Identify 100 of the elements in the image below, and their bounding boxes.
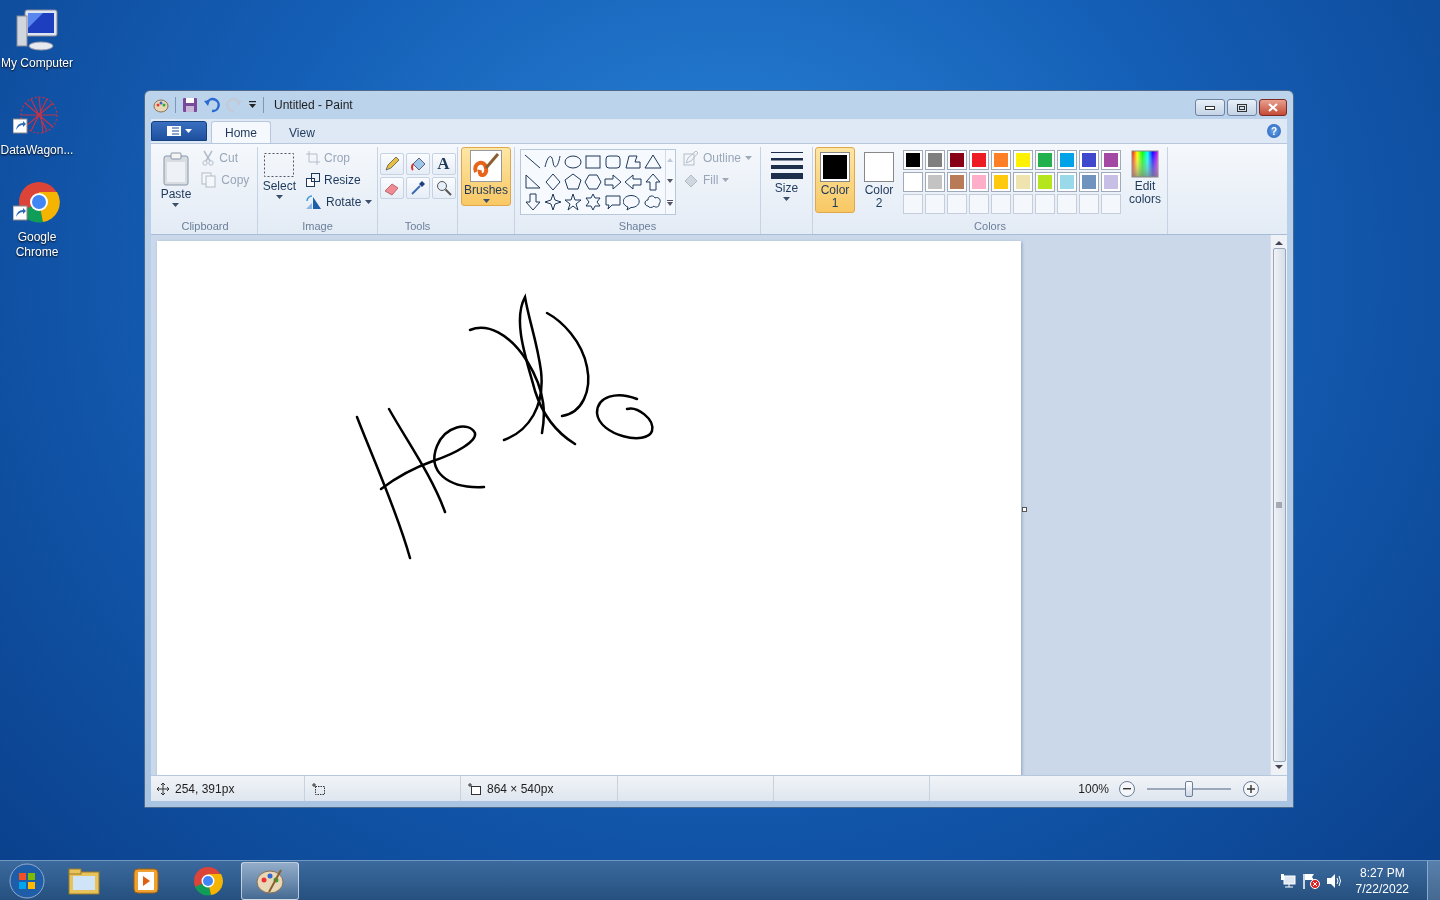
desktop-icon-label[interactable]: DataWagon... [0, 143, 74, 158]
shape-button[interactable] [623, 152, 643, 172]
color-select-button[interactable]: Color 1 [815, 147, 855, 213]
empty-swatch[interactable] [925, 194, 945, 214]
speaker-icon[interactable] [1325, 872, 1342, 889]
zoom-in-button[interactable] [1243, 780, 1259, 797]
maximize-button[interactable] [1227, 99, 1257, 116]
shape-button[interactable] [543, 172, 563, 192]
ribbon-tab[interactable]: Home [211, 121, 271, 143]
scroll-down-arrow-icon[interactable] [1275, 764, 1283, 770]
scroll-down-icon[interactable] [667, 179, 674, 183]
empty-swatch[interactable] [1013, 194, 1033, 214]
color-select-button[interactable]: Color 2 [859, 147, 899, 213]
empty-swatch[interactable] [1101, 194, 1121, 214]
shape-button[interactable] [563, 152, 583, 172]
close-button[interactable] [1259, 99, 1287, 116]
shape-button[interactable] [523, 192, 543, 212]
hexagon-icon [583, 172, 603, 192]
shape-button[interactable] [623, 172, 643, 192]
color-picker-tool[interactable] [405, 177, 430, 199]
palette-swatch[interactable] [969, 150, 989, 170]
empty-swatch[interactable] [947, 194, 967, 214]
palette-swatch[interactable] [1035, 172, 1055, 192]
empty-swatch[interactable] [991, 194, 1011, 214]
polygon-icon [623, 152, 643, 172]
shape-button[interactable] [603, 172, 623, 192]
edit-colors-button[interactable]: Edit colors [1125, 147, 1165, 209]
paste-button[interactable]: Paste [157, 149, 195, 210]
empty-swatch[interactable] [1079, 194, 1099, 214]
palette-swatch[interactable] [1101, 150, 1121, 170]
shape-button[interactable] [583, 172, 603, 192]
undo-icon[interactable] [204, 97, 220, 113]
empty-swatch[interactable] [1035, 194, 1055, 214]
empty-swatch[interactable] [1057, 194, 1077, 214]
desktop-icon-label[interactable]: My Computer [0, 56, 74, 71]
palette-swatch[interactable] [1101, 172, 1121, 192]
shape-button[interactable] [643, 152, 663, 172]
palette-swatch[interactable] [1079, 150, 1099, 170]
cursor-position: 254, 391px [175, 781, 235, 796]
start-button[interactable] [7, 860, 47, 900]
size-button[interactable]: Size [766, 147, 807, 204]
expand-icon[interactable] [667, 199, 674, 206]
shape-button[interactable] [523, 172, 543, 192]
minus-icon [1123, 787, 1131, 790]
palette-swatch[interactable] [1057, 172, 1077, 192]
rotate-button[interactable]: Rotate [303, 191, 376, 213]
up-arrow-icon [643, 172, 663, 192]
shape-button[interactable] [603, 192, 623, 212]
shape-button[interactable] [543, 192, 563, 212]
zoom-out-button[interactable] [1119, 780, 1135, 797]
paint-app-icon[interactable] [153, 97, 169, 113]
flag-icon[interactable] [1301, 872, 1320, 889]
scroll-up-arrow-icon[interactable] [1275, 240, 1283, 246]
select-button[interactable]: Select [259, 149, 299, 202]
magnifier-tool[interactable] [431, 177, 456, 199]
folder-icon [68, 866, 100, 895]
network-icon[interactable] [1279, 872, 1296, 889]
clock-date[interactable]: 7/22/2022 [1355, 880, 1409, 897]
resize-button[interactable]: Resize [303, 169, 376, 191]
zoom-slider-thumb[interactable] [1185, 780, 1193, 797]
text-tool[interactable]: A [431, 153, 456, 175]
empty-swatch[interactable] [903, 194, 923, 214]
palette-swatch[interactable] [969, 172, 989, 192]
palette-swatch[interactable] [1035, 150, 1055, 170]
shape-button[interactable] [563, 172, 583, 192]
shape-button[interactable] [563, 192, 583, 212]
palette-swatch[interactable] [947, 172, 967, 192]
ribbon-tab[interactable]: View [275, 121, 329, 143]
palette-swatch[interactable] [991, 150, 1011, 170]
resize-handle[interactable] [1022, 507, 1027, 512]
palette-swatch[interactable] [925, 172, 945, 192]
grip-icon[interactable] [1276, 502, 1282, 508]
palette-swatch[interactable] [991, 172, 1011, 192]
palette-swatch[interactable] [925, 150, 945, 170]
taskbar-button[interactable] [241, 861, 299, 900]
palette-swatch[interactable] [1013, 172, 1033, 192]
fill-tool[interactable] [405, 153, 430, 175]
clock-time[interactable]: 8:27 PM [1359, 864, 1405, 881]
paint-bucket-icon [409, 156, 426, 172]
shape-button[interactable] [623, 192, 643, 212]
palette-swatch[interactable] [1079, 172, 1099, 192]
minimize-button[interactable] [1195, 99, 1225, 116]
file-menu-button[interactable] [151, 121, 207, 141]
palette-swatch[interactable] [1013, 150, 1033, 170]
palette-swatch[interactable] [903, 172, 923, 192]
palette-swatch[interactable] [903, 150, 923, 170]
shape-button[interactable] [643, 172, 663, 192]
resize-icon [306, 173, 320, 187]
customize-caret-icon[interactable] [248, 101, 257, 109]
pencil-tool[interactable] [379, 153, 404, 175]
desktop-icon-label[interactable]: Google Chrome [0, 230, 74, 260]
vertical-scrollbar[interactable] [1270, 235, 1287, 775]
computer-icon[interactable] [13, 6, 61, 54]
shape-button[interactable] [583, 192, 603, 212]
palette-swatch[interactable] [1057, 150, 1077, 170]
brushes-button[interactable]: Brushes [461, 147, 511, 206]
save-icon[interactable] [182, 97, 198, 113]
cursor-position-icon [157, 782, 169, 795]
palette-swatch[interactable] [947, 150, 967, 170]
empty-swatch[interactable] [969, 194, 989, 214]
